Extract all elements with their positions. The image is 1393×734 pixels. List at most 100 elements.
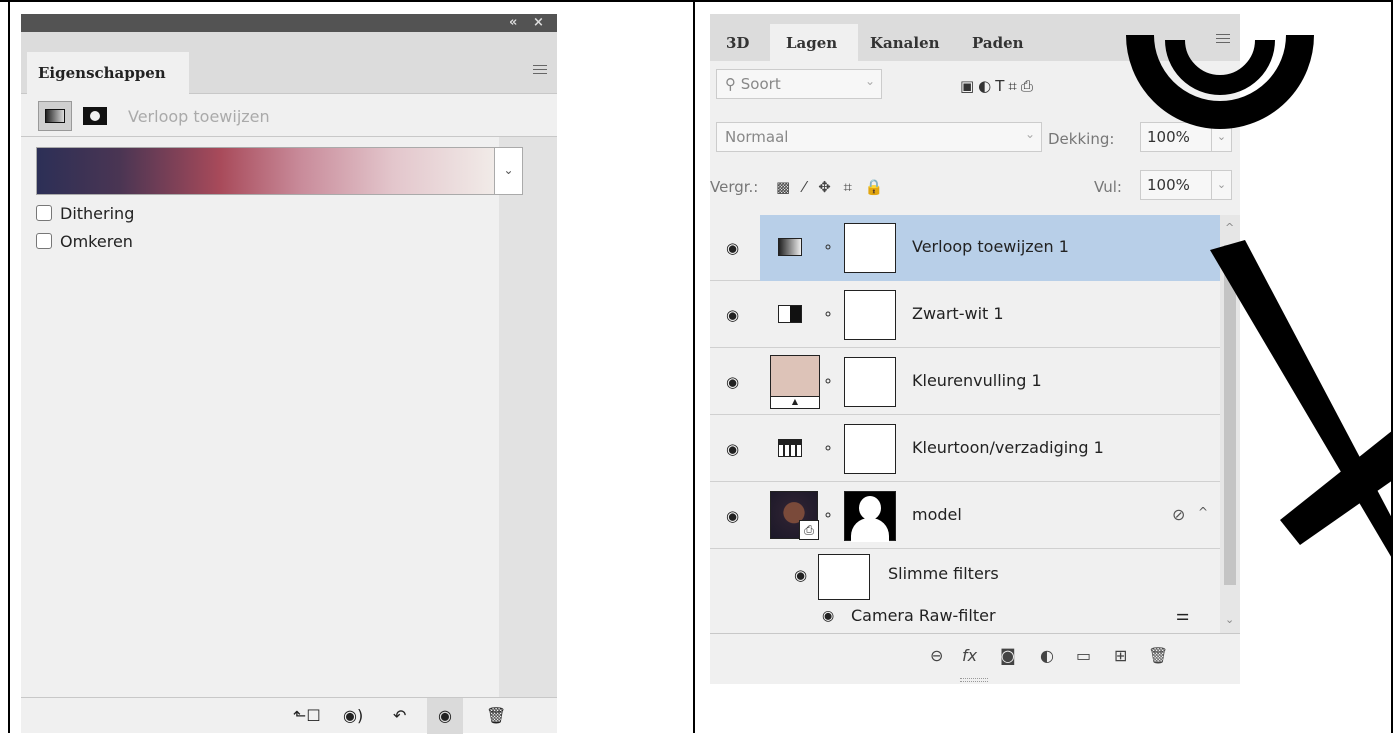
scroll-down-icon[interactable]: ⌄ <box>1225 613 1234 626</box>
omkeren-checkbox[interactable]: Omkeren <box>36 232 236 254</box>
scroll-up-icon[interactable]: ^ <box>1225 221 1234 234</box>
fill-input[interactable]: 100% <box>1140 170 1212 200</box>
link-layers-icon[interactable]: ⊖ <box>930 646 943 665</box>
layer-row[interactable]: ◉ ▲ ∘ Kleurenvulling 1 <box>710 349 1220 415</box>
lock-label: Vergr.: <box>710 178 759 196</box>
lock-icons[interactable]: ▩ ⁄ ✥ ⌗ 🔒 <box>776 178 887 196</box>
resize-grip[interactable] <box>960 678 988 682</box>
layers-panel: 3D Lagen Kanalen Paden ⚲ Soort ⌄ ▣◐T⌗⎙ N… <box>710 14 1240 684</box>
lock-row: Vergr.: ▩ ⁄ ✥ ⌗ 🔒 Vul: 100% ⌄ <box>710 170 1240 210</box>
tab-lagen[interactable]: Lagen <box>770 24 858 61</box>
dithering-checkbox[interactable]: Dithering <box>36 204 236 226</box>
eye-icon[interactable]: ◉ <box>726 239 739 257</box>
properties-scrollbar[interactable] <box>499 137 557 697</box>
scrollbar-thumb[interactable] <box>1224 245 1236 585</box>
eye-icon[interactable]: ◉ <box>794 566 807 584</box>
reset-icon[interactable]: ↶ <box>393 706 406 728</box>
layers-scrollbar[interactable]: ^ ⌄ <box>1220 215 1240 633</box>
top-border <box>0 0 1393 2</box>
properties-footer: ⬑☐ ◉) ↶ ◉ 🗑 <box>21 697 557 734</box>
add-mask-icon[interactable]: ◙ <box>1000 646 1016 665</box>
mask-icon[interactable] <box>83 107 107 125</box>
filter-kind-select[interactable]: ⚲ Soort ⌄ <box>716 69 882 99</box>
layers-footer: ⊖ fx ◙ ◐ ▭ ⊞ 🗑 <box>710 633 1240 684</box>
eye-icon[interactable]: ◉ <box>726 306 739 324</box>
link-icon[interactable]: ∘ <box>823 237 833 256</box>
color-fill-thumbnail[interactable]: ▲ <box>770 355 820 409</box>
opacity-input[interactable]: 100% <box>1140 122 1212 152</box>
layer-name[interactable]: Kleurenvulling 1 <box>912 371 1042 390</box>
blend-mode-select[interactable]: Normaal ⌄ <box>716 122 1042 152</box>
filter-kind-value: Soort <box>740 75 781 93</box>
close-icon[interactable]: × <box>533 14 544 32</box>
model-thumbnail[interactable]: ⎙ <box>770 491 819 540</box>
layer-name[interactable]: Kleurtoon/verzadiging 1 <box>912 438 1104 457</box>
filter-options-icon[interactable]: ⚌ <box>1176 606 1189 624</box>
delete-layer-icon[interactable]: 🗑 <box>1148 646 1168 665</box>
blend-row: Normaal ⌄ Dekking: 100% ⌄ <box>710 122 1240 162</box>
eye-icon[interactable]: ◉ <box>822 608 834 624</box>
opacity-dropdown[interactable]: ⌄ <box>1212 122 1232 152</box>
eye-icon[interactable]: ◉ <box>726 440 739 458</box>
search-icon: ⚲ <box>725 75 736 93</box>
layer-row[interactable]: ◉ ∘ Zwart-wit 1 <box>710 282 1220 348</box>
layer-mask-thumbnail[interactable] <box>844 424 896 474</box>
screenshot-frame: « × Eigenschappen Verloop toewijzen ⌄ Di… <box>0 0 1393 734</box>
center-divider <box>693 0 695 733</box>
view-previous-state-icon[interactable]: ◉) <box>343 706 363 728</box>
gradient-map-icon[interactable] <box>38 101 72 131</box>
layer-name[interactable]: model <box>912 505 962 524</box>
fx-icon[interactable]: fx <box>962 646 977 665</box>
properties-tabbar: Eigenschappen <box>21 32 557 96</box>
new-layer-icon[interactable]: ⊞ <box>1114 646 1127 665</box>
collapse-effects-icon[interactable]: ^ <box>1198 505 1208 519</box>
delete-icon[interactable]: 🗑 <box>486 706 506 728</box>
layer-row[interactable]: ◉ ∘ Kleurtoon/verzadiging 1 <box>710 416 1220 482</box>
layer-name[interactable]: Verloop toewijzen 1 <box>912 237 1069 256</box>
gradient-dropdown-button[interactable]: ⌄ <box>495 147 523 195</box>
fill-dropdown[interactable]: ⌄ <box>1212 170 1232 200</box>
gradient-preview[interactable] <box>36 147 495 195</box>
eye-icon[interactable]: ◉ <box>726 507 739 525</box>
layer-row[interactable]: ◉ ∘ Verloop toewijzen 1 <box>710 215 1220 281</box>
camera-raw-row[interactable]: ◉ Camera Raw-filter ⚌ <box>710 600 1220 633</box>
link-icon[interactable]: ∘ <box>823 304 833 323</box>
checkbox-box[interactable] <box>36 233 52 249</box>
link-icon[interactable]: ∘ <box>823 371 833 390</box>
panel-menu-icon[interactable] <box>1216 34 1230 46</box>
layer-mask-thumbnail[interactable] <box>844 290 896 340</box>
tab-kanalen[interactable]: Kanalen <box>870 24 950 61</box>
tab-3d[interactable]: 3D <box>718 24 756 61</box>
clip-to-layer-icon[interactable]: ⬑☐ <box>293 706 321 728</box>
layer-row[interactable]: ◉ ⎙ ∘ model ⊘ ^ <box>710 483 1220 549</box>
new-group-icon[interactable]: ▭ <box>1076 646 1091 665</box>
hue-saturation-icon <box>778 439 802 457</box>
omkeren-label: Omkeren <box>60 232 133 251</box>
panel-menu-icon[interactable] <box>533 65 547 77</box>
layer-mask-thumbnail[interactable] <box>844 357 896 407</box>
smart-filter-mask-thumbnail[interactable] <box>818 554 870 600</box>
gradient-map-icon <box>778 238 802 256</box>
tab-eigenschappen[interactable]: Eigenschappen <box>27 52 189 96</box>
toggle-visibility-icon[interactable]: ◉ <box>427 698 463 734</box>
filter-toggle-icon[interactable] <box>1222 79 1232 89</box>
camera-raw-label[interactable]: Camera Raw-filter <box>851 606 996 625</box>
link-icon[interactable]: ∘ <box>823 505 833 524</box>
adjustment-header: Verloop toewijzen <box>21 95 557 137</box>
black-white-icon <box>778 305 802 323</box>
eye-icon[interactable]: ◉ <box>726 373 739 391</box>
smart-filters-row[interactable]: ◉ Slimme filters <box>710 550 1220 600</box>
layer-name[interactable]: Zwart-wit 1 <box>912 304 1004 323</box>
layer-mask-thumbnail[interactable] <box>844 223 896 273</box>
tab-paden[interactable]: Paden <box>972 24 1042 61</box>
link-icon[interactable]: ∘ <box>823 438 833 457</box>
checkbox-box[interactable] <box>36 205 52 221</box>
adjustment-layer-icon[interactable]: ◐ <box>1040 646 1054 665</box>
layer-mask-thumbnail[interactable] <box>844 491 896 542</box>
layers-list: ◉ ∘ Verloop toewijzen 1 ◉ ∘ Zwart-wit 1 … <box>710 215 1220 633</box>
smart-filter-badge-icon: ⊘ <box>1172 505 1186 524</box>
collapse-icon[interactable]: « <box>509 14 517 32</box>
left-border <box>8 0 10 733</box>
layers-tabbar: 3D Lagen Kanalen Paden <box>710 14 1240 61</box>
filter-type-icons[interactable]: ▣◐T⌗⎙ <box>960 77 1037 95</box>
